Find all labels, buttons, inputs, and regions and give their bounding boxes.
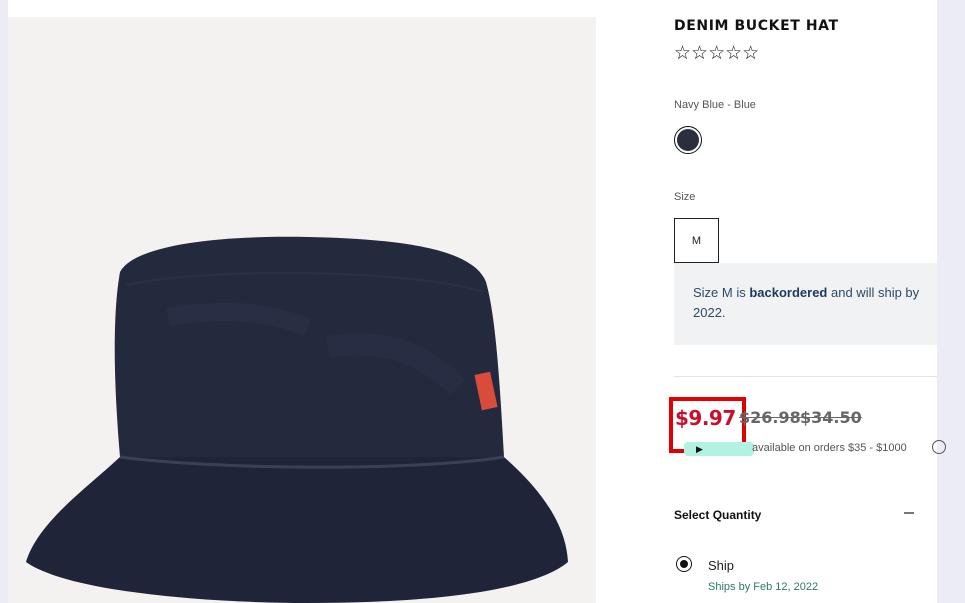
size-label: Size — [674, 191, 696, 203]
rating-stars[interactable]: ☆☆☆☆☆ — [674, 42, 759, 64]
hat-image — [26, 236, 568, 603]
pay-later-badge[interactable]: ▶ — [684, 442, 754, 456]
select-quantity-label[interactable]: Select Quantity — [674, 508, 761, 522]
product-image[interactable] — [8, 17, 596, 603]
ship-option-label[interactable]: Ship — [708, 558, 734, 573]
color-label: Navy Blue - Blue — [674, 99, 756, 111]
backorder-prefix: Size M is — [693, 285, 750, 300]
divider — [674, 376, 937, 377]
color-swatch-navy[interactable] — [674, 126, 702, 154]
financing-text: available on orders $35 - $1000 — [752, 442, 907, 454]
info-icon[interactable] — [932, 440, 946, 454]
swatch-fill — [677, 129, 699, 151]
ship-radio[interactable] — [676, 556, 692, 572]
size-option-m[interactable]: M — [674, 218, 719, 263]
backorder-notice: Size M is backordered and will ship by 2… — [674, 263, 937, 345]
backorder-emphasis: backordered — [749, 285, 828, 300]
minus-icon[interactable] — [904, 512, 914, 514]
original-price: $26.98 — [739, 408, 801, 427]
ship-date: Ships by Feb 12, 2022 — [708, 581, 819, 593]
product-title: DENIM BUCKET HAT — [674, 18, 839, 34]
top-strip — [8, 0, 596, 17]
list-price: $34.50 — [800, 408, 862, 427]
radio-selected-icon — [680, 560, 688, 568]
